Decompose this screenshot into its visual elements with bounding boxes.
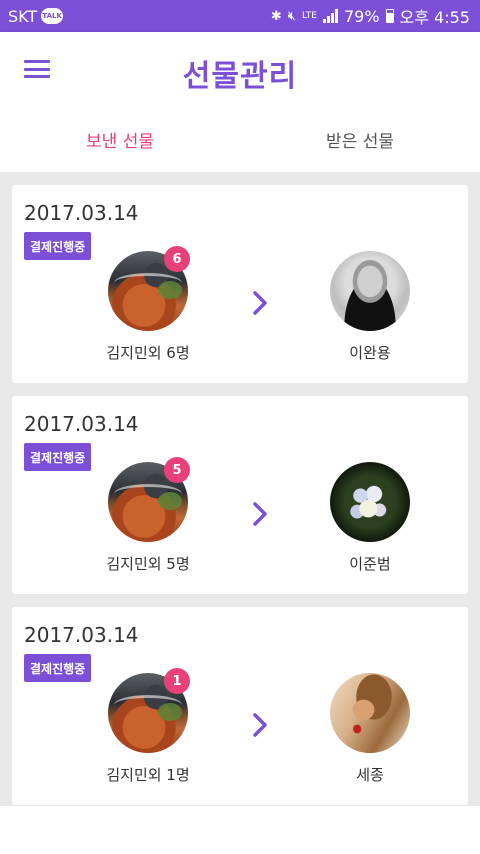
signal-icon	[322, 9, 338, 23]
gift-card[interactable]: 2017.03.14 결제진행중 5 김지민외 5명 이준범	[12, 396, 468, 594]
gift-date: 2017.03.14	[24, 623, 139, 647]
chevron-right-icon	[253, 291, 267, 315]
sender-count-badge: 1	[164, 668, 190, 694]
gift-card[interactable]: 2017.03.14 결제진행중 6 김지민외 6명 이완용	[12, 185, 468, 383]
gift-date: 2017.03.14	[24, 412, 139, 436]
receiver-avatar	[330, 251, 410, 331]
status-right: ✱ 🔇︎ LTE 79% 오후 4:55	[271, 4, 470, 28]
chevron-right-icon	[253, 713, 267, 737]
status-badge: 결제진행중	[24, 232, 92, 260]
clock: 오후 4:55	[399, 8, 470, 27]
status-bar: SKT TALK ✱ 🔇︎ LTE 79% 오후 4:55	[0, 0, 480, 32]
sender-count-badge: 6	[164, 246, 190, 272]
sender-count-badge: 5	[164, 457, 190, 483]
gift-card[interactable]: 2017.03.14 결제진행중 1 김지민외 1명 세종	[12, 607, 468, 805]
page-title: 선물관리	[182, 59, 298, 94]
receiver-avatar	[330, 673, 410, 753]
bottom-area	[0, 806, 480, 854]
battery-icon	[385, 9, 394, 23]
receiver-name: 세종	[356, 766, 384, 784]
tab-bar: 보낸 선물 받은 선물	[0, 106, 480, 172]
mute-icon: 🔇︎	[287, 8, 296, 24]
receiver-name: 이준범	[349, 555, 391, 573]
battery-percent: 79%	[343, 6, 380, 26]
carrier-label: SKT	[8, 6, 38, 26]
sender-name: 김지민외 6명	[106, 344, 190, 362]
tab-received-gifts[interactable]: 받은 선물	[240, 106, 480, 172]
sender-name: 김지민외 5명	[106, 555, 190, 573]
receiver-avatar	[330, 462, 410, 542]
bluetooth-icon: ✱	[270, 8, 282, 24]
app-header: 선물관리	[0, 32, 480, 106]
talk-badge: TALK	[41, 8, 64, 24]
status-badge: 결제진행중	[24, 654, 92, 682]
lte-label: LTE	[302, 10, 317, 21]
tab-sent-gifts[interactable]: 보낸 선물	[0, 106, 240, 172]
status-badge: 결제진행중	[24, 443, 92, 471]
gift-date: 2017.03.14	[24, 201, 139, 225]
receiver-name: 이완용	[349, 344, 391, 362]
sender-name: 김지민외 1명	[106, 766, 190, 784]
chevron-right-icon	[253, 502, 267, 526]
status-left: SKT TALK	[8, 6, 64, 26]
app-screen: SKT TALK ✱ 🔇︎ LTE 79% 오후 4:55 선물관리 보낸 선물…	[0, 0, 480, 854]
